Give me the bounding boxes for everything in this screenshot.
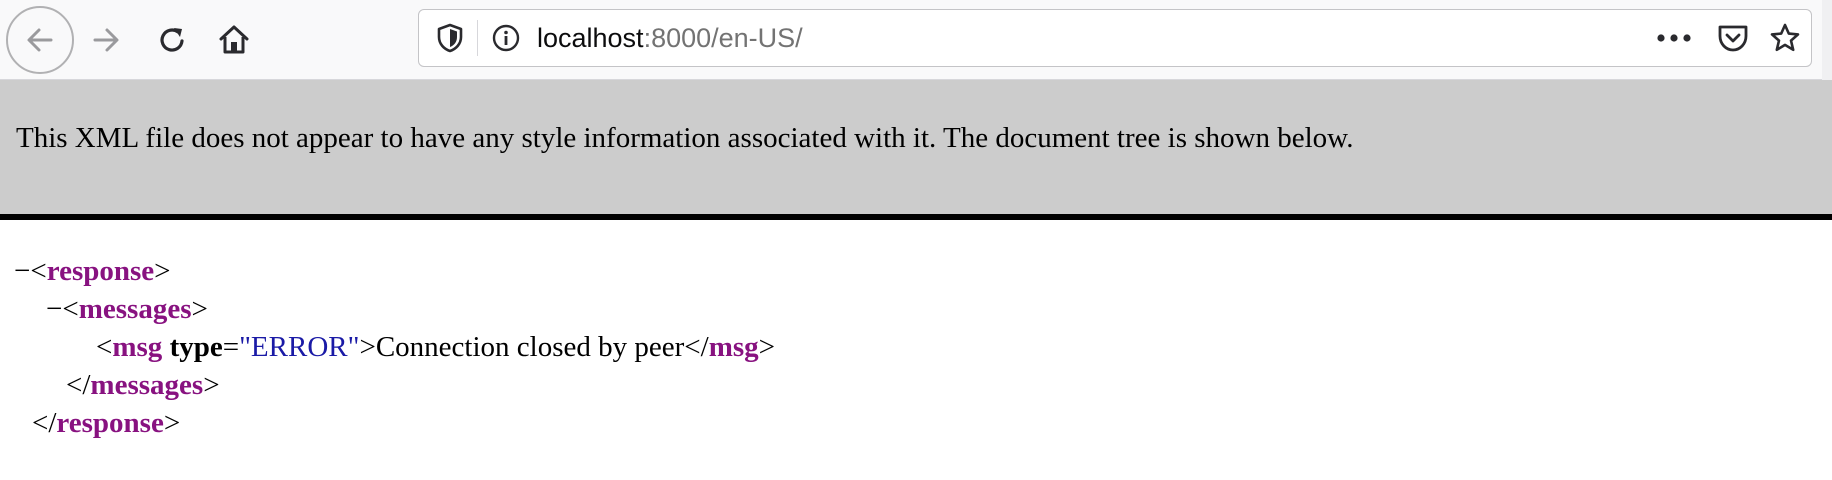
- xml-viewer-header: This XML file does not appear to have an…: [0, 80, 1832, 220]
- tag-end-open-bracket: </: [66, 369, 91, 401]
- tag-end-open-bracket: </: [32, 407, 57, 439]
- home-button[interactable]: [212, 18, 256, 62]
- tag-name-messages-close: messages: [90, 369, 204, 401]
- browser-toolbar: localhost:8000/en-US/: [0, 0, 1832, 80]
- tag-name-messages: messages: [78, 293, 192, 325]
- url-bar[interactable]: localhost:8000/en-US/: [418, 9, 1812, 67]
- attr-space: [162, 331, 169, 363]
- url-text[interactable]: localhost:8000/en-US/: [537, 10, 803, 66]
- xml-node-response-open: −<response>: [14, 252, 171, 290]
- bookmark-button[interactable]: [1765, 18, 1805, 58]
- tag-end-open-bracket: </: [684, 331, 709, 363]
- back-button[interactable]: [6, 6, 74, 74]
- tag-name-msg-close: msg: [708, 331, 759, 363]
- attr-value-type: "ERROR": [239, 331, 360, 363]
- tag-close-bracket: >: [191, 293, 208, 325]
- meatball-menu-icon: [1657, 34, 1691, 42]
- page-actions-button[interactable]: [1649, 20, 1699, 56]
- tag-close-bracket: >: [163, 407, 181, 439]
- forward-button[interactable]: [86, 20, 126, 60]
- attr-name-type: type: [169, 331, 223, 363]
- tag-close-bracket: >: [359, 331, 376, 363]
- info-icon: [492, 24, 520, 52]
- tracking-protection-button[interactable]: [431, 19, 469, 57]
- toolbar-edge: [1822, 0, 1832, 80]
- shield-icon: [437, 23, 463, 53]
- pocket-icon: [1718, 25, 1748, 52]
- site-info-button[interactable]: [487, 19, 525, 57]
- pocket-button[interactable]: [1713, 18, 1753, 58]
- arrow-right-icon: [93, 28, 119, 52]
- attr-equals: =: [222, 331, 240, 363]
- xml-node-response-close: </response>: [32, 404, 180, 442]
- reload-button[interactable]: [150, 18, 194, 62]
- arrow-left-icon: [27, 28, 53, 52]
- xml-header-message: This XML file does not appear to have an…: [16, 122, 1354, 154]
- tag-close-bracket: >: [154, 255, 171, 287]
- xml-node-msg: <msg type="ERROR">Connection closed by p…: [96, 328, 775, 366]
- xml-node-messages-close: </messages>: [66, 366, 220, 404]
- tag-open-bracket: <: [96, 331, 113, 363]
- url-divider: [477, 20, 478, 56]
- star-icon: [1770, 23, 1800, 52]
- tag-open-bracket: <: [62, 293, 79, 325]
- tag-name-msg: msg: [112, 331, 163, 363]
- home-icon: [219, 25, 249, 54]
- url-host: localhost: [537, 23, 644, 53]
- msg-text-node: Connection closed by peer: [375, 331, 685, 363]
- collapse-toggle[interactable]: −: [46, 293, 62, 325]
- xml-node-messages-open: −<messages>: [46, 290, 208, 328]
- reload-icon: [160, 28, 184, 52]
- collapse-toggle[interactable]: −: [14, 255, 30, 287]
- tag-close-bracket: >: [203, 369, 220, 401]
- tag-close-bracket: >: [758, 331, 775, 363]
- url-path: :8000/en-US/: [643, 23, 803, 53]
- tag-open-bracket: <: [30, 255, 47, 287]
- tag-name-response: response: [46, 255, 155, 287]
- tag-name-response-close: response: [56, 407, 164, 439]
